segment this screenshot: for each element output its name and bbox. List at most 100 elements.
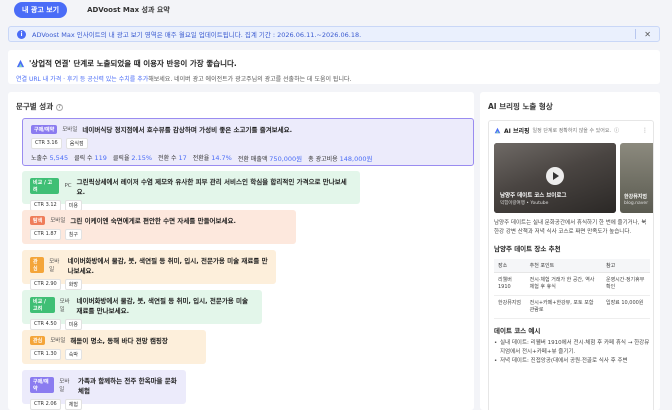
copy-title: 그린 이케이엔 숙면에게로 편안한 수면 자세를 만들어보세요. bbox=[70, 217, 236, 225]
tab-performance-summary[interactable]: ADVoost Max 성과 요약 bbox=[79, 2, 178, 18]
table-header: 장소 bbox=[494, 259, 526, 273]
more-icon[interactable]: ⋮ bbox=[642, 127, 648, 134]
copy-card[interactable]: 구매/예약 모바일 가족과 함께하는 전주 한옥마을 문화체험 CTR 2.06… bbox=[22, 370, 186, 410]
table-cell: 전시+카페+한강뷰, 포토 포함 관람로 bbox=[525, 295, 602, 319]
copy-title: 해돋이 명소, 동해 바다 전망 캠핑장 bbox=[70, 337, 168, 345]
copy-card[interactable]: 관심 모바일 네이버화방에서 물감, 붓, 색연필 등 취미, 입시, 전문가용… bbox=[22, 250, 276, 290]
briefing-header: AI 브리핑 일정 단계로 정확하지 않을 수 있어요. ⓘ ⋮ bbox=[489, 121, 653, 140]
stat-conversions: 전환 수 17 bbox=[158, 154, 187, 162]
list-item: 저녁 데이트: 진접앙공(대에서 공원·전골로 식사 후 주변 bbox=[494, 357, 650, 366]
places-table: 장소 추천 포인트 참고 리웰버 1910 전시·체험 거래가 한 공간, 역사… bbox=[494, 259, 650, 319]
table-cell: 한강뮤지엄 bbox=[494, 295, 526, 319]
performance-panel: 문구별 성과? 구매/예약 모바일 네이버식당 정지점에서 호수뷰를 감상하며 … bbox=[8, 92, 474, 410]
video-source: 익힘이랑여행 • Youtube bbox=[500, 201, 549, 206]
ctr-chip: CTR 4.50 bbox=[30, 319, 61, 330]
stage-tag: 탐색 bbox=[30, 215, 46, 225]
stat-clicks: 클릭 수 119 bbox=[74, 154, 107, 162]
course-title: 데이트 코스 예시 bbox=[494, 327, 541, 335]
video-title: 남양주 데이트 코스 브이로그 bbox=[500, 193, 567, 199]
table-cell: 리웰버 1910 bbox=[494, 272, 526, 296]
stage-tag: 비교 / 고려 bbox=[30, 297, 55, 313]
top-tabs: 내 광고 보기 ADVoost Max 성과 요약 bbox=[0, 0, 672, 20]
insight-highlight: 연결 URL 내 가격 · 후기 등 공신력 있는 수치를 추가 bbox=[16, 76, 149, 83]
category-chip: 화방 bbox=[64, 279, 82, 290]
copy-title: 네이버화방에서 물감, 붓, 색연필 등 취미, 입시, 전문가용 미술 재료를… bbox=[67, 257, 268, 275]
banner-text: ADVoost Max 인사이트의 내 광고 보기 영역은 매주 월요일 업데이… bbox=[32, 31, 362, 39]
stage-tag: 관심 bbox=[30, 335, 46, 345]
insight-desc-rest: 해보세요. 네이버 광고 에이전트가 광고주님의 광고를 선출하는 데 도움이 … bbox=[148, 76, 352, 83]
info-icon[interactable]: ⓘ bbox=[614, 127, 619, 134]
insight-title-row: '상업적 연결' 단계로 노출되었을 때 이용자 반응이 가장 좋습니다. bbox=[16, 58, 652, 69]
ctr-chip: CTR 2.06 bbox=[30, 399, 61, 410]
table-header: 참고 bbox=[601, 259, 650, 273]
device-label: 모바일 bbox=[62, 127, 78, 133]
device-label: 모바일 bbox=[59, 379, 70, 393]
question-circle-icon[interactable]: ? bbox=[56, 104, 64, 111]
close-icon[interactable]: ✕ bbox=[644, 30, 651, 39]
stat-ctr: 클릭율 2.15% bbox=[112, 154, 153, 162]
category-chip: 체험 bbox=[64, 399, 82, 410]
table-cell: 운영시간·정기휴무 확인 bbox=[601, 272, 650, 296]
sparkle-icon bbox=[16, 59, 25, 68]
stage-tag: 구매/예약 bbox=[31, 124, 58, 134]
device-label: PC bbox=[64, 183, 72, 189]
briefing-panel: AI 브리핑 노출 형상 AI 브리핑 일정 단계로 정확하지 않을 수 있어요… bbox=[480, 92, 660, 410]
tab-my-ads[interactable]: 내 광고 보기 bbox=[14, 2, 68, 18]
ai-briefing-disclaimer: 일정 단계로 정확하지 않을 수 있어요. bbox=[532, 128, 612, 134]
play-icon[interactable] bbox=[546, 167, 564, 185]
stage-tag: 비교 / 고려 bbox=[30, 178, 60, 194]
table-header: 추천 포인트 bbox=[525, 259, 602, 273]
copy-title: 네이버화방에서 물감, 붓, 색연필 등 취미, 입시, 전문가용 미술 재료를… bbox=[76, 297, 249, 315]
insight-title: '상업적 연결' 단계로 노출되었을 때 이용자 반응이 가장 좋습니다. bbox=[29, 59, 237, 68]
copy-card[interactable]: 비교 / 고려 모바일 네이버화방에서 물감, 붓, 색연필 등 취미, 입시,… bbox=[22, 290, 262, 330]
device-label: 모바일 bbox=[49, 259, 60, 273]
ctr-chip: CTR 2.90 bbox=[30, 279, 61, 290]
ctr-chip: CTR 3.16 bbox=[31, 138, 62, 149]
briefing-paragraph: 남양주 데이트는 실내 문화공간에서 휴식하기 한 번에 즐기거나, 북한강 강… bbox=[494, 220, 647, 235]
copy-card[interactable]: 구매/예약 모바일 네이버식당 정지점에서 호수뷰를 감상하며 가성비 좋은 소… bbox=[22, 118, 474, 166]
category-chip: 숙박 bbox=[64, 349, 82, 360]
briefing-card: AI 브리핑 일정 단계로 정확하지 않을 수 있어요. ⓘ ⋮ 남양주 데이트… bbox=[488, 120, 654, 410]
stat-impressions: 노출수 5,545 bbox=[31, 154, 69, 162]
ctr-chip: CTR 1.87 bbox=[30, 229, 61, 240]
performance-title-text: 문구별 성과 bbox=[16, 102, 54, 111]
briefing-body: 남양주 데이트는 실내 문화공간에서 휴식하기 한 번에 즐기거나, 북한강 강… bbox=[494, 219, 650, 366]
video-thumbnail-2[interactable]: 한강뮤지엄 blog.naver bbox=[620, 143, 653, 213]
stats-row: 노출수 5,545 클릭 수 119 클릭율 2.15% 전환 수 17 전환율… bbox=[31, 153, 465, 163]
list-item: 실내 데이트: 리웰버 1910에서 전시·체험 후 카페 휴식 → 한강뮤지엄… bbox=[494, 339, 650, 357]
banner-divider bbox=[635, 29, 637, 39]
copy-card[interactable]: 탐색 모바일 그린 이케이엔 숙면에게로 편안한 수면 자세를 만들어보세요. … bbox=[22, 210, 296, 244]
copy-title: 네이버식당 정지점에서 호수뷰를 감상하며 가성비 좋은 소고기를 즐겨보세요. bbox=[82, 126, 293, 134]
insight-desc: 연결 URL 내 가격 · 후기 등 공신력 있는 수치를 추가해보세요. 네이… bbox=[16, 74, 652, 83]
device-label: 모바일 bbox=[50, 338, 66, 344]
table-cell: 전시·체험 거래가 한 공간, 역사 체험 후 휴식 bbox=[525, 272, 602, 296]
insight-hero: '상업적 연결' 단계로 노출되었을 때 이용자 반응이 가장 좋습니다. 연결… bbox=[8, 50, 660, 84]
stage-tag: 관심 bbox=[30, 257, 45, 273]
table-row: 한강뮤지엄 전시+카페+한강뷰, 포토 포함 관람로 입장료 10,000원 bbox=[494, 295, 650, 319]
stat-conversion-rate: 전환율 14.7% bbox=[192, 154, 232, 162]
copy-title: 그린릭상세에서 레이저 수염 제모와 유사한 피부 관리 서비스인 학심을 합리… bbox=[76, 178, 347, 196]
device-label: 모바일 bbox=[50, 218, 66, 224]
stat-revenue: 전환 매출액 750,000원 bbox=[237, 155, 303, 163]
stat-ad-cost: 총 광고비용 148,000원 bbox=[308, 155, 373, 163]
performance-title: 문구별 성과? bbox=[16, 101, 64, 112]
category-chip: 침구 bbox=[64, 229, 82, 240]
ai-briefing-label: AI 브리핑 bbox=[504, 128, 530, 135]
course-list: 실내 데이트: 리웰버 1910에서 전시·체험 후 카페 휴식 → 한강뮤지엄… bbox=[494, 339, 650, 366]
video-title: 한강뮤지엄 bbox=[624, 194, 648, 200]
video-thumbnail[interactable]: 남양주 데이트 코스 브이로그 익힘이랑여행 • Youtube bbox=[494, 143, 616, 213]
ctr-chip: CTR 1.30 bbox=[30, 349, 61, 360]
video-source: blog.naver bbox=[624, 201, 649, 206]
stage-tag: 구매/예약 bbox=[30, 377, 55, 393]
sparkle-icon bbox=[494, 127, 501, 134]
briefing-title: AI 브리핑 노출 형상 bbox=[488, 102, 553, 111]
info-icon: i bbox=[17, 29, 26, 39]
info-banner: i ADVoost Max 인사이트의 내 광고 보기 영역은 매주 월요일 업… bbox=[8, 26, 660, 42]
copy-title: 가족과 함께하는 전주 한옥마을 문화체험 bbox=[78, 377, 177, 395]
table-cell: 입장료 10,000원 bbox=[601, 295, 650, 319]
copy-card[interactable]: 관심 모바일 해돋이 명소, 동해 바다 전망 캠핑장 CTR 1.30 숙박 bbox=[22, 330, 206, 364]
places-title: 남양주 데이트 장소 추천 bbox=[494, 245, 561, 253]
device-label: 모바일 bbox=[59, 299, 70, 313]
category-chip: 미용 bbox=[64, 319, 82, 330]
copy-card[interactable]: 비교 / 고려 PC 그린릭상세에서 레이저 수염 제모와 유사한 피부 관리 … bbox=[22, 171, 360, 211]
